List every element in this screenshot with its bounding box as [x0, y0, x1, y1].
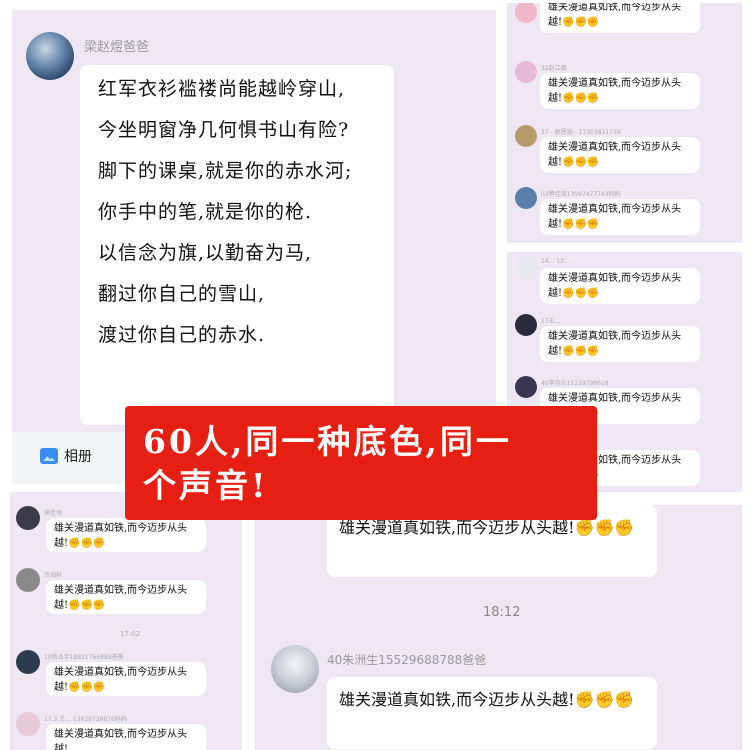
chat-panel-bottom-right: 雄关漫道真如铁,而今迈步从头越!✊✊✊ 18:12 40朱洲生155296887…: [255, 505, 742, 750]
message-text: 雄关漫道真如铁,而今迈步从头越!: [54, 729, 188, 750]
sender-name: 27 - 郭恩涵 - 17303811734: [541, 129, 621, 136]
chat-panel-poem: 梁赵煜爸爸 红军衣衫褴褛尚能越岭穿山, 今坐明窗净几何惧书山有险? 脚下的课桌,…: [12, 10, 496, 438]
message-text: 雄关漫道真如铁,而今迈步从头越!: [339, 518, 575, 537]
photo-icon: [40, 448, 58, 464]
avatar[interactable]: [26, 32, 74, 80]
fist-emoji-icon: ✊✊✊: [68, 538, 106, 549]
timestamp: 17:02: [120, 630, 141, 638]
poem-message-bubble[interactable]: 红军衣衫褴褛尚能越岭穿山, 今坐明窗净几何惧书山有险? 脚下的课桌,就是你的赤水…: [80, 65, 394, 425]
chat-panel-right-top: 雄关漫道真如铁,而今迈步从头越!✊✊✊ 32赵江璐 雄关漫道真如铁,而今迈步从头…: [507, 3, 742, 243]
sender-name: 17王...: [541, 318, 561, 325]
sender-name: 17.3 王... 13629726876妈妈: [44, 716, 127, 723]
avatar[interactable]: [16, 568, 40, 592]
message-item: 27 - 郭恩涵 - 17303811734 雄关漫道真如铁,而今迈步从头越!✊…: [507, 121, 742, 183]
message-bubble[interactable]: 雄关漫道真如铁,而今迈步从头越!✊✊✊: [46, 518, 206, 552]
fist-emoji-icon: ✊✊✊: [562, 93, 600, 104]
message-item: 10杨泽宇18811766888爸爸 雄关漫道真如铁,而今迈步从头越!✊✊✊: [10, 646, 242, 704]
avatar[interactable]: [16, 650, 40, 674]
fist-emoji-icon: ✊✊✊: [68, 600, 106, 611]
message-text: 雄关漫道真如铁,而今迈步从头越!: [339, 690, 575, 709]
album-label: 相册: [64, 449, 92, 465]
sender-name: 40李亦乐15229798628: [541, 380, 609, 387]
fist-emoji-icon: ✊✊✊: [562, 288, 600, 299]
message-bubble[interactable]: 雄关漫道真如铁,而今迈步从头越!✊✊✊: [540, 73, 700, 109]
avatar[interactable]: [16, 506, 40, 530]
poem-line: 今坐明窗净几何惧书山有险?: [98, 119, 350, 141]
fist-emoji-icon: ✊✊✊: [574, 518, 635, 537]
avatar[interactable]: [515, 187, 537, 209]
avatar[interactable]: [16, 712, 40, 736]
poem-line: 渡过你自己的赤水.: [98, 324, 266, 346]
message-item: 雄关漫道真如铁,而今迈步从头越!✊✊✊: [507, 3, 742, 43]
sender-name: 10杨泽宇18811766888爸爸: [44, 654, 124, 661]
message-bubble[interactable]: 雄关漫道真如铁,而今迈步从头越!✊✊✊: [540, 3, 700, 33]
sender-name: 梁赵煜爸爸: [84, 40, 150, 55]
fist-emoji-icon: ✊✊✊: [562, 157, 600, 168]
poem-line: 翻过你自己的雪山,: [98, 283, 266, 305]
message-item: 许润轩 雄关漫道真如铁,而今迈步从头越!✊✊✊: [10, 564, 242, 622]
poem-line: 以信念为旗,以勤奋为马,: [98, 242, 313, 264]
avatar[interactable]: [515, 376, 537, 398]
avatar[interactable]: [515, 3, 537, 23]
chat-panel-bottom-left: 高佳悦 雄关漫道真如铁,而今迈步从头越!✊✊✊ 许润轩 雄关漫道真如铁,而今迈步…: [10, 492, 242, 750]
message-bubble[interactable]: 雄关漫道真如铁,而今迈步从头越!: [46, 724, 206, 750]
poem-line: 你手中的笔,就是你的枪.: [98, 201, 313, 223]
poem-line: 脚下的课桌,就是你的赤水河;: [98, 160, 353, 182]
avatar[interactable]: [515, 125, 537, 147]
avatar[interactable]: [515, 61, 537, 83]
avatar[interactable]: [515, 256, 537, 278]
fist-emoji-icon: ✊✊✊: [68, 682, 106, 693]
fist-emoji-icon: ✊✊✊: [562, 219, 600, 230]
message-bubble[interactable]: 雄关漫道真如铁,而今迈步从头越!✊✊✊: [46, 580, 206, 614]
message-bubble[interactable]: 雄关漫道真如铁,而今迈步从头越!✊✊✊: [540, 137, 700, 173]
album-button[interactable]: 相册: [40, 446, 92, 466]
banner-line: 个声音!: [143, 466, 269, 505]
banner-line: 60人,同一种底色,同一: [143, 422, 512, 461]
sender-name: 许润轩: [44, 572, 63, 579]
timestamp: 18:12: [483, 605, 521, 620]
message-bubble[interactable]: 雄关漫道真如铁,而今迈步从头越!✊✊✊: [540, 268, 700, 304]
message-item: 17王... 雄关漫道真如铁,而今迈步从头越!✊✊✊: [507, 310, 742, 372]
fist-emoji-icon: ✊✊✊: [562, 346, 600, 357]
sender-name: 高佳悦: [44, 510, 63, 517]
fist-emoji-icon: ✊✊✊: [562, 17, 600, 28]
message-bubble[interactable]: 雄关漫道真如铁,而今迈步从头越!✊✊✊: [327, 677, 657, 749]
message-item: 17.3 王... 13629726876妈妈 雄关漫道真如铁,而今迈步从头越!: [10, 708, 242, 750]
chat-toolbar: 相册: [12, 432, 130, 484]
message-item: 02蒋佳琦13997477743妈妈 雄关漫道真如铁,而今迈步从头越!✊✊✊: [507, 183, 742, 243]
message-bubble[interactable]: 雄关漫道真如铁,而今迈步从头越!✊✊✊: [46, 662, 206, 696]
sender-name: 02蒋佳琦13997477743妈妈: [541, 191, 621, 198]
message-item: 14... 13... 雄关漫道真如铁,而今迈步从头越!✊✊✊: [507, 252, 742, 314]
sender-name: 40朱洲生15529688788爸爸: [327, 653, 487, 667]
message-item: 32赵江璐 雄关漫道真如铁,而今迈步从头越!✊✊✊: [507, 57, 742, 119]
title-banner: 60人,同一种底色,同一 个声音!: [125, 406, 597, 520]
poem-line: 红军衣衫褴褛尚能越岭穿山,: [98, 78, 346, 100]
fist-emoji-icon: ✊✊✊: [574, 690, 635, 709]
avatar[interactable]: [515, 314, 537, 336]
avatar[interactable]: [271, 645, 319, 693]
message-bubble[interactable]: 雄关漫道真如铁,而今迈步从头越!✊✊✊: [540, 199, 700, 235]
sender-name: 32赵江璐: [541, 65, 567, 72]
message-bubble[interactable]: 雄关漫道真如铁,而今迈步从头越!✊✊✊: [540, 326, 700, 362]
sender-name: 14... 13...: [541, 258, 570, 265]
